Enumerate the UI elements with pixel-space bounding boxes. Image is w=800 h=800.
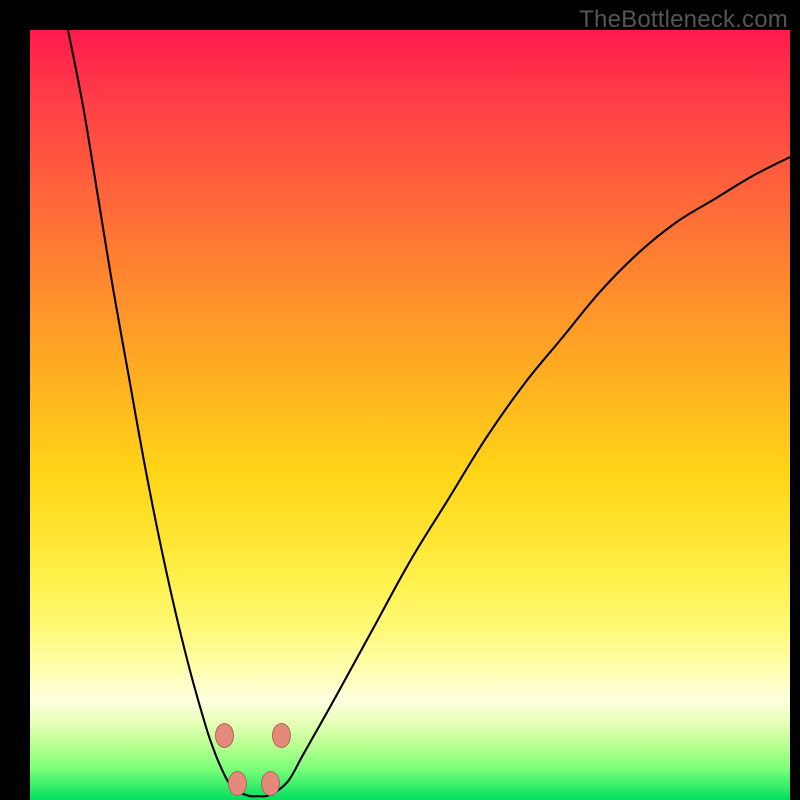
right-lower-marker bbox=[261, 771, 280, 796]
v-curve bbox=[30, 30, 790, 800]
chart-frame: TheBottleneck.com bbox=[0, 0, 800, 800]
plot-area bbox=[30, 30, 790, 800]
watermark-text: TheBottleneck.com bbox=[579, 6, 788, 34]
left-lower-marker bbox=[228, 771, 247, 796]
